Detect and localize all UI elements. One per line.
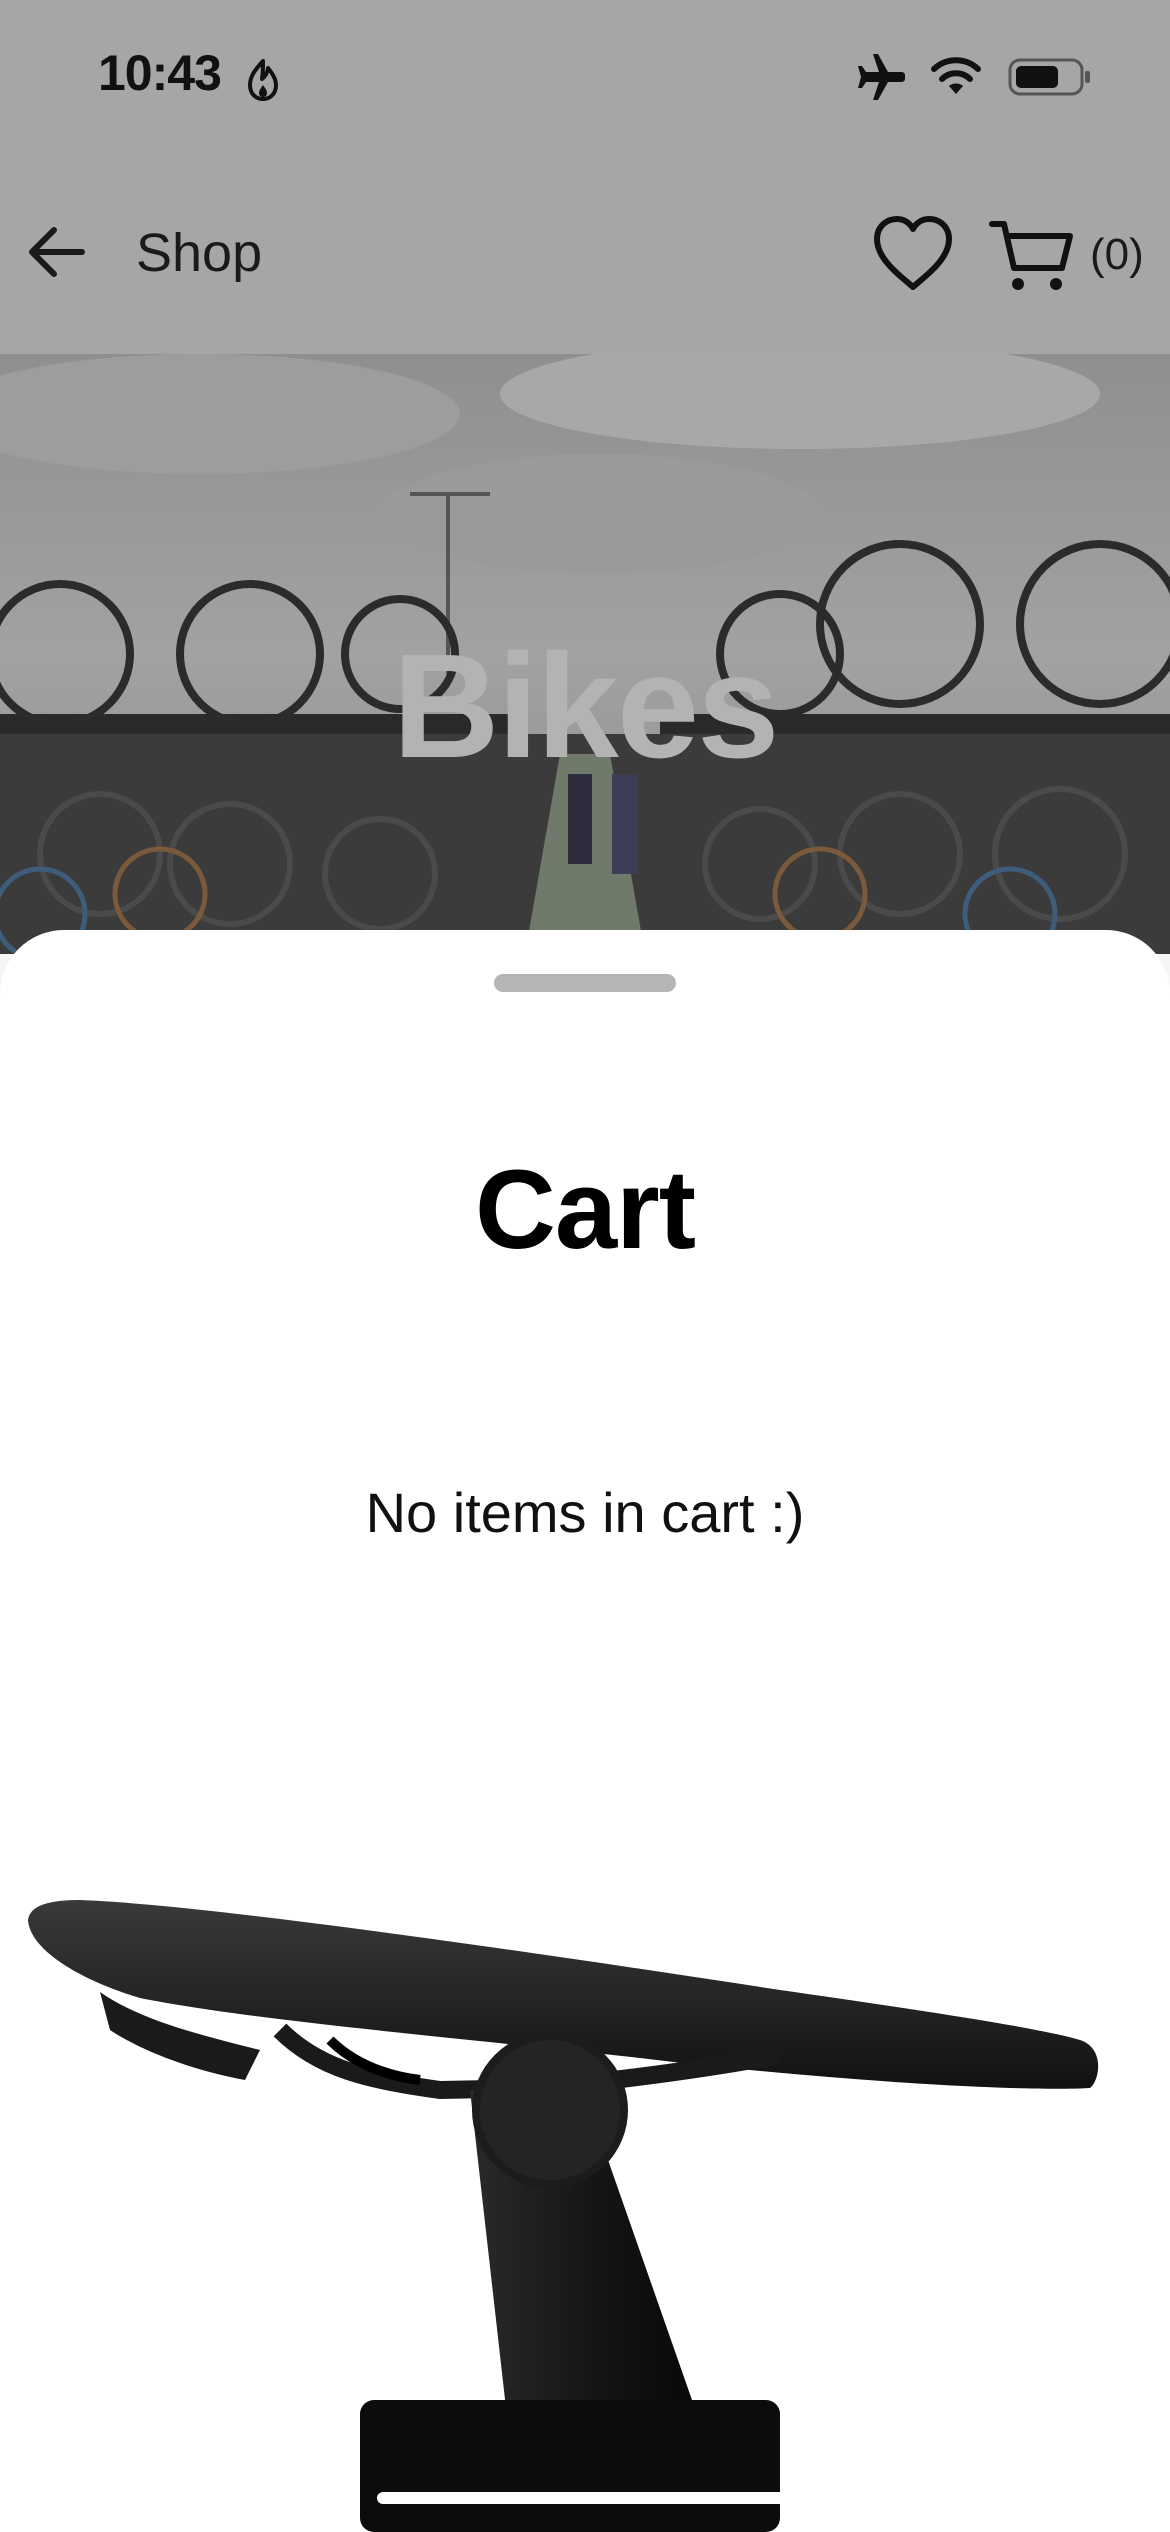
flame-icon (248, 59, 278, 101)
top-nav-bar: Shop (0) (0, 150, 1170, 354)
airplane-icon (858, 54, 905, 100)
cart-title: Cart (474, 1147, 696, 1272)
cart-icon[interactable] (988, 218, 1074, 294)
empty-cart-message: No items in cart :) (365, 1481, 805, 1544)
sheet-grabber-handle[interactable] (494, 974, 676, 992)
nav-title: Shop (136, 223, 263, 283)
battery-icon (1008, 58, 1090, 96)
status-time: 10:43 (98, 45, 222, 101)
heart-icon[interactable] (872, 215, 954, 291)
status-bar: 10:43 (0, 0, 1170, 150)
arrow-left-icon[interactable] (26, 224, 88, 280)
hero-banner: Bikes (0, 354, 1170, 954)
home-indicator[interactable] (377, 2492, 793, 2504)
cart-count-badge[interactable]: (0) (1090, 230, 1144, 280)
bike-saddle-image (28, 1900, 1099, 2532)
wifi-icon (931, 57, 981, 94)
hero-title: Bikes (392, 624, 780, 789)
cart-bottom-sheet: Cart No items in cart :) (0, 930, 1170, 2532)
